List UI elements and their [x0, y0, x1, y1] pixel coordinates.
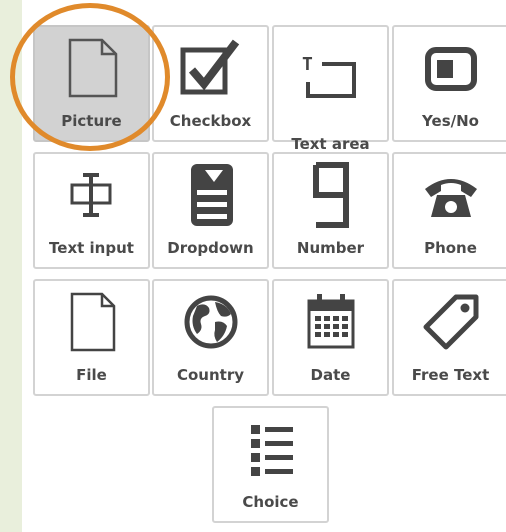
field-type-label: Choice: [242, 493, 299, 511]
field-type-label: Picture: [61, 112, 122, 130]
field-type-checkbox[interactable]: Checkbox: [152, 25, 269, 142]
field-type-label: Date: [310, 366, 351, 384]
field-type-free-text[interactable]: Free Text: [392, 279, 506, 396]
field-type-phone[interactable]: Phone: [392, 152, 506, 269]
field-type-country[interactable]: Country: [152, 279, 269, 396]
list-icon: [214, 414, 327, 484]
field-type-file[interactable]: File: [33, 279, 150, 396]
field-type-label: Free Text: [411, 366, 490, 384]
field-type-dropdown[interactable]: Dropdown: [152, 152, 269, 269]
tag-icon: [394, 287, 506, 357]
field-type-choice[interactable]: Choice: [212, 406, 329, 523]
field-type-label: Phone: [424, 239, 477, 257]
dropdown-icon: [154, 160, 267, 230]
field-type-label: Yes/No: [422, 112, 479, 130]
field-type-label: Checkbox: [169, 112, 252, 130]
svg-text:T: T: [302, 54, 313, 75]
calendar-icon: [274, 287, 387, 357]
field-type-yes-no[interactable]: Yes/No: [392, 25, 506, 142]
checkbox-icon: [154, 33, 267, 103]
field-type-picture[interactable]: Picture: [33, 25, 150, 142]
digit-nine-icon: [274, 160, 387, 230]
telephone-icon: [394, 160, 506, 230]
text-area-icon: T: [274, 45, 387, 115]
field-type-text-input[interactable]: Text input: [33, 152, 150, 269]
blank-page-icon: [35, 33, 148, 103]
left-panel-strip: [0, 0, 22, 532]
globe-icon: [154, 287, 267, 357]
field-type-label: File: [76, 366, 107, 384]
field-type-label: Number: [296, 239, 365, 257]
field-type-label: Country: [176, 366, 245, 384]
file-icon: [35, 287, 148, 357]
field-type-label: Text area: [291, 135, 370, 153]
field-type-label: Text input: [49, 239, 134, 257]
text-cursor-icon: [35, 160, 148, 230]
toggle-icon: [394, 33, 506, 103]
field-type-number[interactable]: Number: [272, 152, 389, 269]
field-type-date[interactable]: Date: [272, 279, 389, 396]
field-type-label: Dropdown: [167, 239, 254, 257]
field-type-text-area[interactable]: T Text area: [272, 25, 389, 153]
